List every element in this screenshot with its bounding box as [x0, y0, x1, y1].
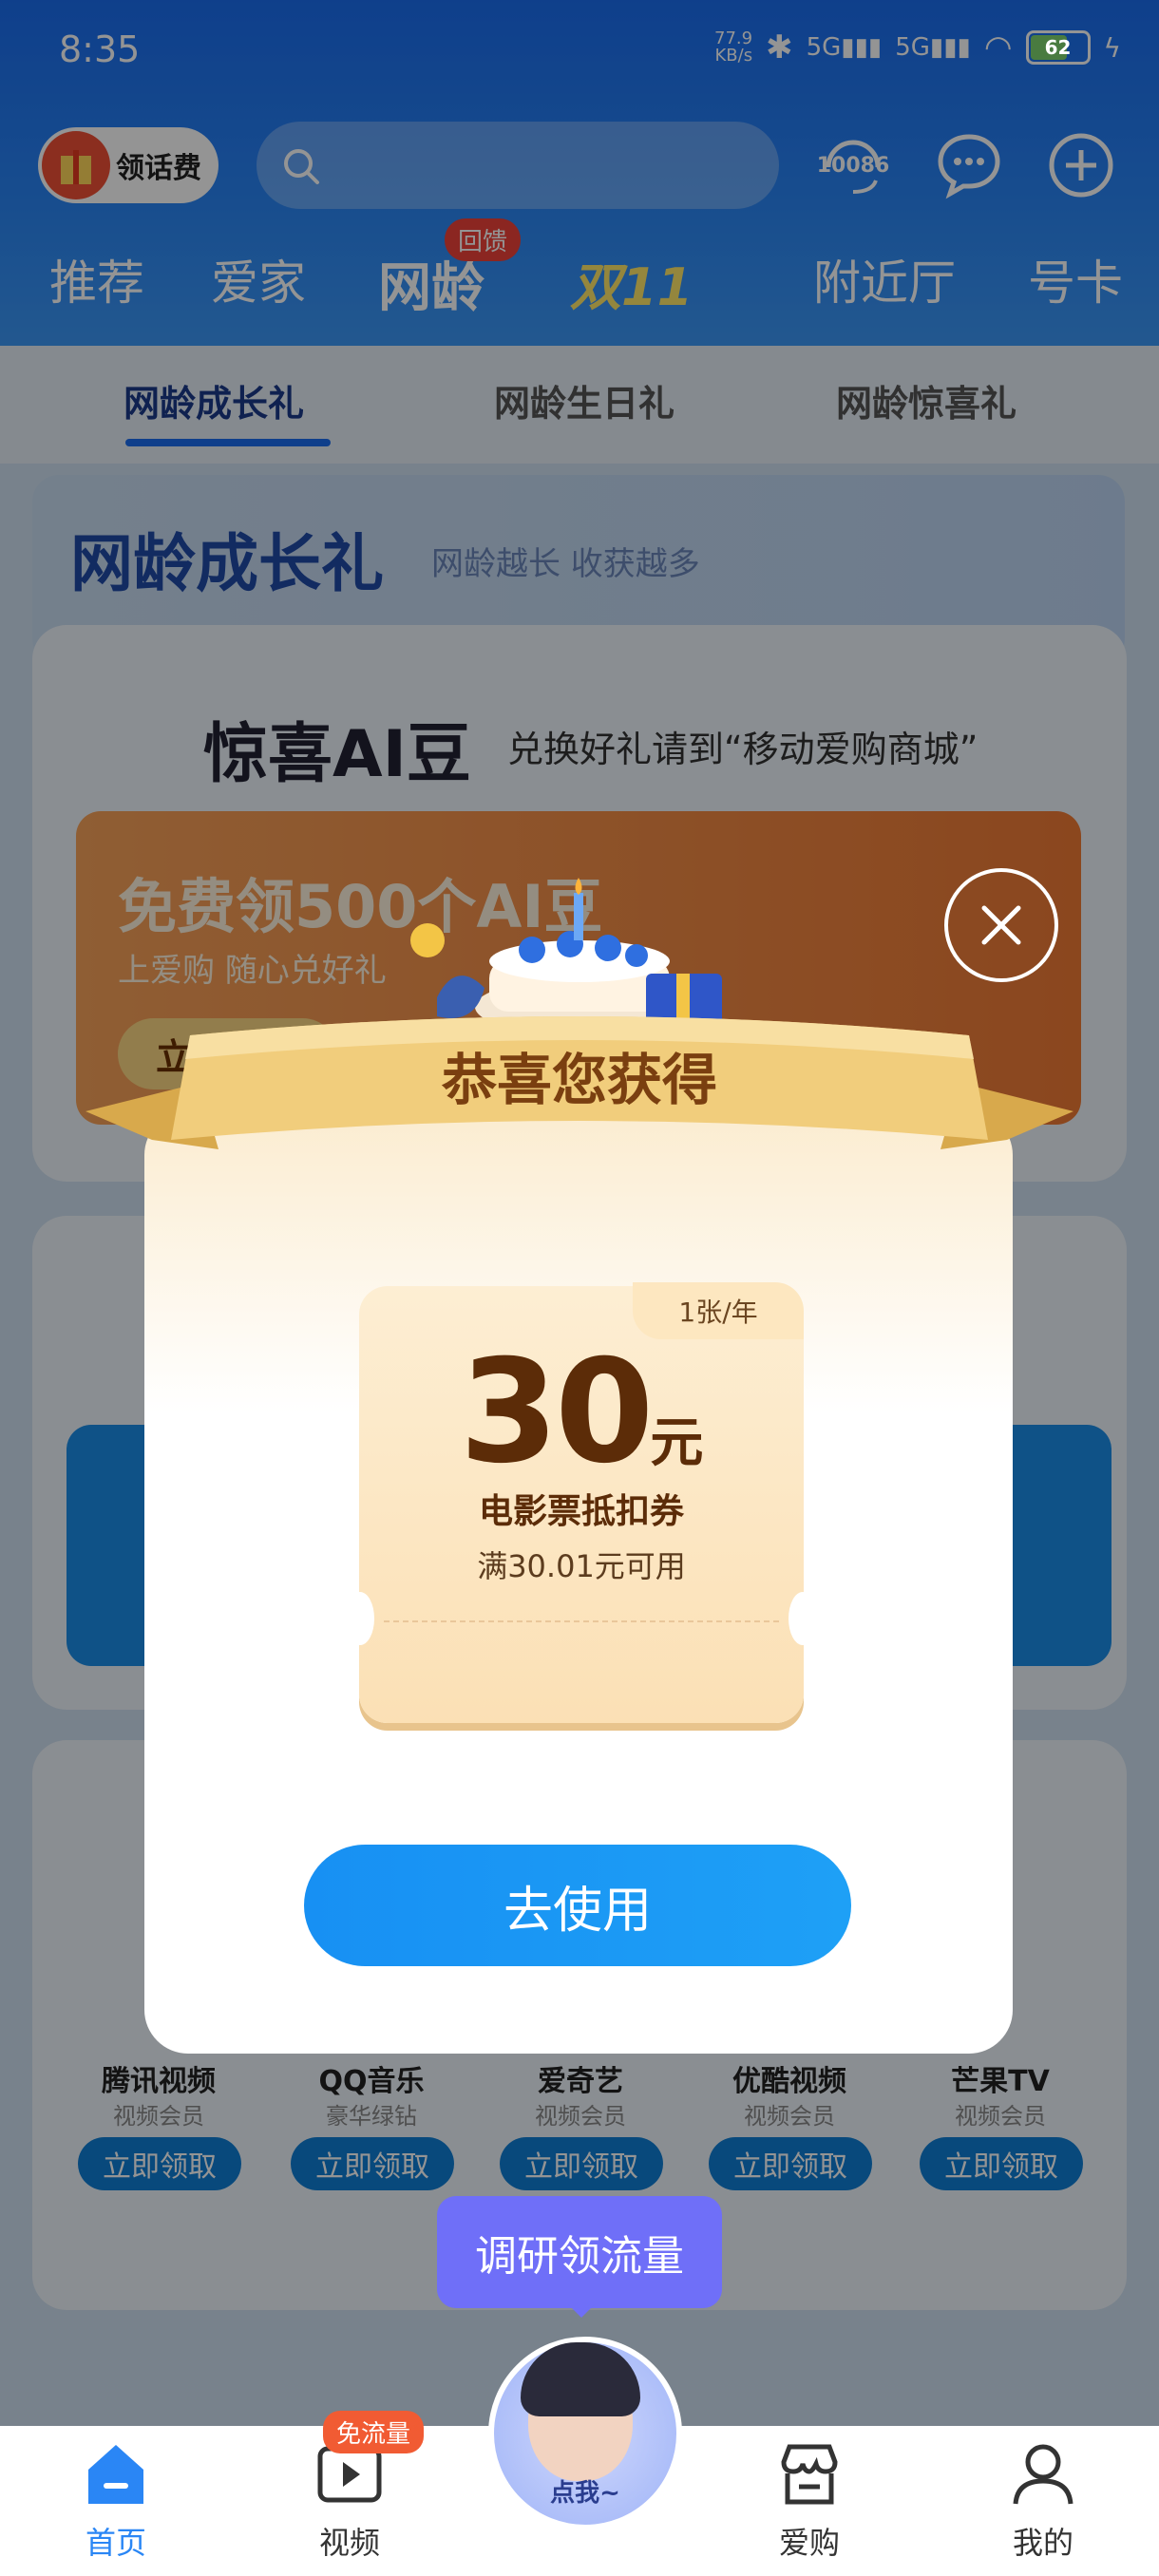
- amount-unit: 元: [650, 1412, 704, 1474]
- nav-video[interactable]: 视频: [274, 2441, 426, 2563]
- coupon-name: 电影票抵扣券: [478, 1492, 684, 1531]
- nav-shop[interactable]: 爱购: [733, 2441, 885, 2563]
- close-button[interactable]: [944, 868, 1058, 982]
- nav-mine[interactable]: 我的: [967, 2441, 1119, 2563]
- nav-video-label: 视频: [318, 2525, 380, 2561]
- home-icon: [88, 2445, 143, 2504]
- survey-bubble[interactable]: 调研领流量: [437, 2196, 722, 2308]
- coupon-notch-right: [788, 1592, 817, 1645]
- nav-home[interactable]: 首页: [40, 2441, 192, 2563]
- user-icon: [1013, 2444, 1074, 2505]
- nav-home-label: 首页: [85, 2525, 146, 2561]
- use-coupon-button[interactable]: 去使用: [304, 1845, 851, 1966]
- ribbon-title: 恭喜您获得: [441, 1048, 717, 1112]
- coupon-notch-left: [346, 1592, 374, 1645]
- survey-bubble-tip: [568, 2304, 595, 2318]
- shop-icon: [781, 2444, 838, 2505]
- coupon-divider: [384, 1620, 779, 1622]
- coupon-condition: 满30.01元可用: [477, 1548, 686, 1584]
- close-icon: [981, 905, 1021, 945]
- nav-shop-label: 爱购: [778, 2525, 840, 2561]
- nav-mine-label: 我的: [1012, 2525, 1074, 2561]
- coupon-amount: 30元: [359, 1330, 804, 1495]
- assistant-label: 点我~: [550, 2479, 620, 2508]
- free-data-badge: 免流量: [323, 2411, 425, 2453]
- amount-value: 30: [459, 1330, 655, 1495]
